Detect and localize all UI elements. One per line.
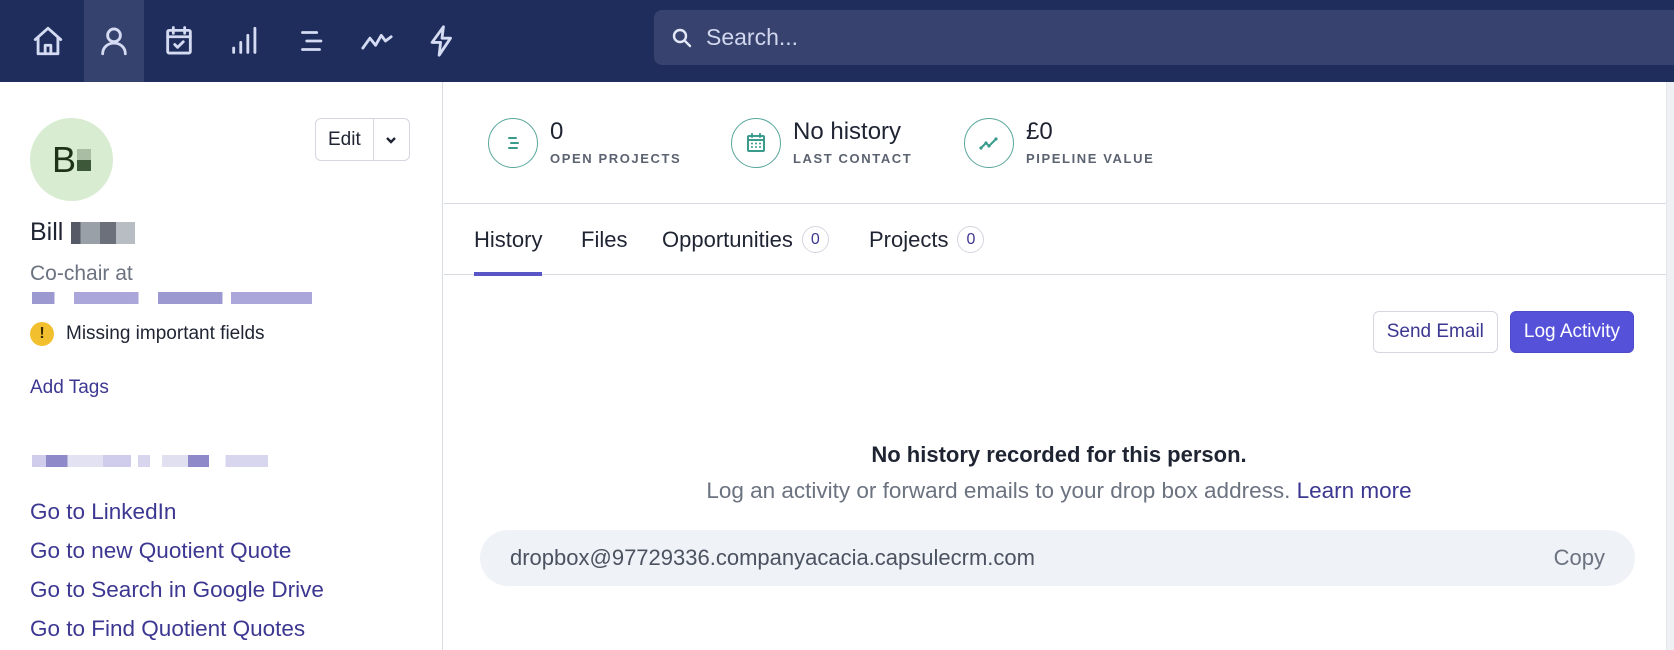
link-google-drive-search[interactable]: Go to Search in Google Drive (30, 570, 324, 609)
stat-label: PIPELINE VALUE (1026, 151, 1155, 166)
count-badge: 0 (957, 226, 985, 253)
stat-value: 0 (550, 118, 564, 145)
calendar-check-icon (166, 26, 192, 55)
tab-label: Files (581, 226, 628, 252)
stat-pipeline-value[interactable]: £0 PIPELINE VALUE (964, 118, 1154, 168)
history-actions: Send Email Log Activity (1372, 311, 1634, 353)
redacted-initial (77, 148, 91, 171)
nav-calendar[interactable] (149, 0, 209, 82)
first-name: Bill (30, 218, 64, 246)
warning-text: Missing important fields (66, 323, 265, 344)
stat-open-projects[interactable]: 0 OPEN PROJECTS (488, 118, 681, 168)
nav-people[interactable] (84, 0, 144, 82)
dropbox-address-box: dropbox@97729336.companyacacia.capsulecr… (480, 530, 1635, 586)
stat-value: £0 (1026, 118, 1053, 145)
link-linkedin[interactable]: Go to LinkedIn (30, 492, 324, 531)
record-tabs: History Files Opportunities 0 Projects 0 (444, 204, 1674, 276)
home-icon (33, 26, 63, 56)
contact-name: Bill (30, 218, 136, 247)
nav-projects[interactable] (281, 0, 341, 82)
tab-label: History (474, 226, 543, 252)
send-email-button[interactable]: Send Email (1372, 311, 1498, 353)
tab-label: Projects (869, 226, 949, 252)
summary-stats: 0 OPEN PROJECTS No history LAST CONTACT … (444, 82, 1674, 204)
nav-reports[interactable] (347, 0, 407, 82)
contact-role: Co-chair at (30, 262, 133, 285)
search-icon (672, 28, 692, 47)
edit-menu-toggle[interactable] (374, 119, 409, 160)
top-navigation-bar (0, 0, 1674, 82)
link-new-quotient-quote[interactable]: Go to new Quotient Quote (30, 531, 324, 570)
stat-label: OPEN PROJECTS (550, 151, 682, 166)
copy-button[interactable]: Copy (1554, 545, 1605, 571)
count-badge: 0 (801, 226, 829, 253)
trend-line-icon (361, 33, 393, 50)
nav-workflow[interactable] (412, 0, 472, 82)
stat-icon-circle (731, 118, 781, 168)
page-scrollbar[interactable] (1666, 82, 1674, 650)
edit-button[interactable]: Edit (316, 119, 374, 160)
stat-last-contact[interactable]: No history LAST CONTACT (731, 118, 912, 168)
person-icon (101, 27, 127, 56)
missing-fields-warning[interactable]: ! Missing important fields (30, 322, 265, 346)
empty-state-text: Log an activity or forward emails to you… (706, 478, 1291, 503)
projects-icon (508, 137, 519, 149)
add-tags-link[interactable]: Add Tags (30, 377, 109, 399)
avatar-initial: B (51, 138, 76, 180)
warning-icon: ! (30, 322, 54, 346)
lightning-icon (430, 25, 452, 57)
integration-links: Go to LinkedIn Go to new Quotient Quote … (30, 492, 324, 648)
list-icon (301, 31, 323, 51)
nav-home[interactable] (18, 0, 78, 82)
avatar: B (30, 118, 113, 201)
tab-projects[interactable]: Projects 0 (869, 204, 985, 275)
tab-opportunities[interactable]: Opportunities 0 (662, 204, 829, 275)
dropbox-address[interactable]: dropbox@97729336.companyacacia.capsulecr… (510, 545, 1035, 571)
empty-state-subtitle: Log an activity or forward emails to you… (444, 478, 1674, 504)
edit-button-group: Edit (315, 118, 410, 161)
redacted-organisation-link[interactable] (32, 292, 312, 304)
pipeline-icon (979, 137, 998, 150)
redacted-section-heading (32, 455, 268, 467)
link-find-quotient-quotes[interactable]: Go to Find Quotient Quotes (30, 609, 324, 648)
learn-more-link[interactable]: Learn more (1297, 478, 1412, 503)
search-input[interactable] (706, 24, 1606, 51)
tab-label: Opportunities (662, 226, 793, 252)
log-activity-button[interactable]: Log Activity (1509, 311, 1634, 353)
signal-bars-icon (232, 26, 257, 54)
stat-icon-circle (964, 118, 1014, 168)
empty-state-title: No history recorded for this person. (871, 442, 1247, 467)
search-bar[interactable] (654, 10, 1674, 65)
stat-value: No history (793, 118, 902, 145)
calendar-icon (747, 133, 765, 152)
stat-icon-circle (488, 118, 538, 168)
chevron-down-icon (386, 136, 397, 144)
stat-label: LAST CONTACT (793, 151, 913, 166)
tab-history[interactable]: History (474, 204, 543, 276)
redacted-last-name (71, 221, 136, 244)
contact-sidebar: B Edit Bill Co-chair at ! Missing import… (0, 82, 443, 650)
tab-files[interactable]: Files (581, 204, 627, 275)
nav-pipeline[interactable] (215, 0, 275, 82)
